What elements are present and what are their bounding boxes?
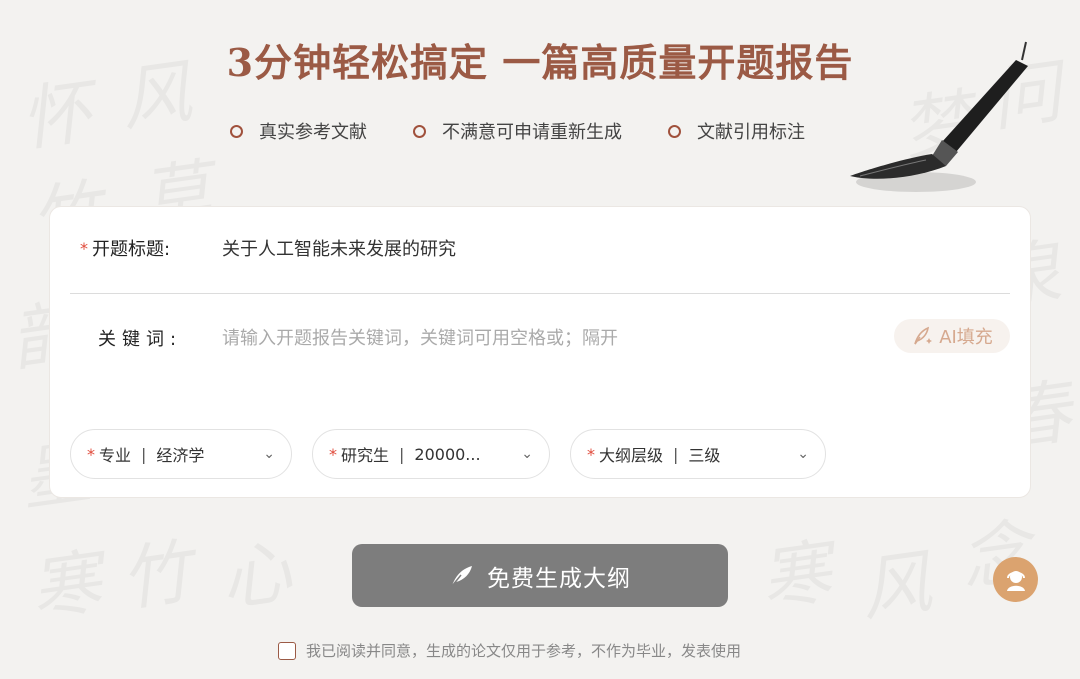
title-label: 开题标题:: [92, 239, 171, 260]
divider: [70, 293, 1010, 294]
feature-item: 不满意可申请重新生成: [413, 118, 622, 144]
agreement-checkbox[interactable]: [278, 641, 296, 660]
keywords-label: 关键词:: [98, 329, 183, 350]
generate-label: 免费生成大纲: [487, 565, 631, 592]
keywords-input[interactable]: [220, 326, 784, 350]
chevron-down-icon: ⌄: [521, 446, 533, 462]
select-label: 大纲层级: [599, 446, 664, 465]
title-input[interactable]: 关于人工智能未来发展的研究: [222, 235, 456, 261]
select-label: 专业: [99, 446, 132, 465]
agreement: 我已阅读并同意，生成的论文仅用于参考，不作为毕业，发表使用: [278, 640, 741, 661]
circle-bullet-icon: [668, 124, 681, 138]
circle-bullet-icon: [413, 124, 426, 138]
feature-label: 文献引用标注: [697, 122, 805, 143]
agreement-text: 我已阅读并同意，生成的论文仅用于参考，不作为毕业，发表使用: [306, 642, 742, 660]
quill-sparkle-icon: [914, 326, 933, 345]
quill-icon: [451, 565, 472, 586]
feature-label: 不满意可申请重新生成: [442, 122, 622, 143]
feature-item: 文献引用标注: [668, 118, 805, 144]
select-value: 经济学: [156, 446, 205, 465]
separator: |: [141, 444, 147, 464]
feature-item: 真实参考文献: [230, 118, 367, 144]
circle-bullet-icon: [230, 124, 243, 138]
feature-list: 真实参考文献 不满意可申请重新生成 文献引用标注: [230, 118, 805, 144]
proposal-form-card: * 开题标题: 关于人工智能未来发展的研究 关键词: AI填充 * 专业 | 经…: [49, 206, 1031, 498]
ai-fill-label: AI填充: [939, 327, 993, 348]
separator: |: [673, 444, 679, 464]
option-selects: * 专业 | 经济学 ⌄ * 研究生 | 20000... ⌄ * 大纲层级 |…: [70, 429, 826, 479]
calligraphy-brush-icon: [850, 41, 1028, 192]
select-label: 研究生: [341, 446, 390, 465]
customer-service-icon: [1006, 570, 1025, 591]
keywords-row: 关键词:: [98, 325, 784, 351]
generate-outline-button[interactable]: 免费生成大纲: [352, 544, 728, 607]
outline-level-select[interactable]: * 大纲层级 | 三级 ⌄: [570, 429, 826, 479]
ai-fill-button[interactable]: AI填充: [894, 319, 1010, 353]
required-marker: *: [329, 444, 337, 464]
title-row: * 开题标题: 关于人工智能未来发展的研究: [80, 235, 456, 261]
feature-label: 真实参考文献: [259, 122, 367, 143]
required-marker: *: [80, 238, 88, 258]
separator: |: [399, 444, 405, 464]
required-marker: *: [87, 444, 95, 464]
select-value: 20000...: [414, 444, 481, 464]
major-select[interactable]: * 专业 | 经济学 ⌄: [70, 429, 292, 479]
chevron-down-icon: ⌄: [263, 446, 275, 462]
select-value: 三级: [688, 446, 721, 465]
required-marker: *: [587, 444, 595, 464]
degree-wordcount-select[interactable]: * 研究生 | 20000... ⌄: [312, 429, 550, 479]
chevron-down-icon: ⌄: [797, 446, 809, 462]
customer-service-button[interactable]: [993, 557, 1038, 602]
